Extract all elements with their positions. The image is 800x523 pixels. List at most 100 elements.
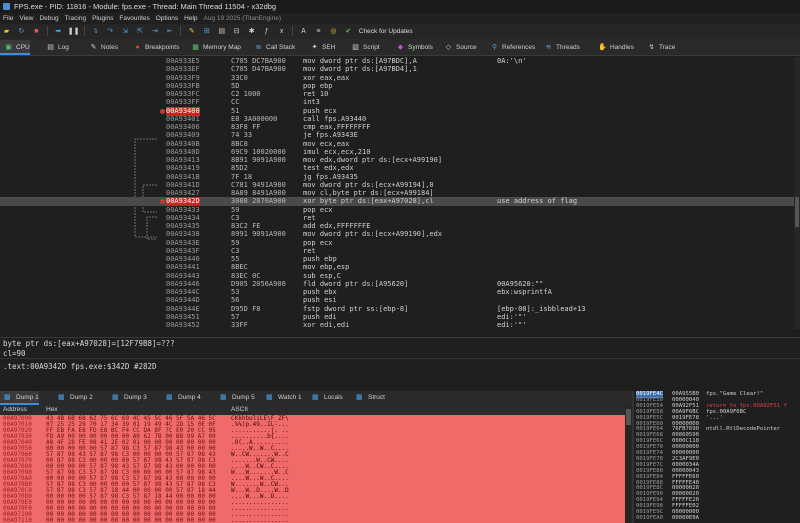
tab-dump-5[interactable]: ▦ Dump 5 — [216, 391, 255, 405]
stack-value: 00000E0A — [672, 514, 699, 521]
patch-icon[interactable]: ⊞ — [201, 26, 212, 37]
tab-dump-4[interactable]: ▦ Dump 4 — [162, 391, 201, 405]
tab-label: Handles — [610, 44, 634, 51]
tab-notes[interactable]: ✎ Notes — [85, 40, 118, 55]
pause-icon[interactable]: ❚❚ — [68, 26, 80, 37]
memory-map-icon: ▦ — [192, 44, 199, 51]
tab-label: Locals — [324, 394, 343, 401]
seh-icon: ✦ — [311, 44, 318, 51]
tab-threads[interactable]: ≋ Threads — [540, 40, 580, 55]
tab-call-stack[interactable]: ≣ Call Stack — [250, 40, 296, 55]
toolbar-separator — [46, 26, 48, 36]
tab-memory-map[interactable]: ▦ Memory Map — [187, 40, 241, 55]
stack-row[interactable]: 0019FEA0 00000E0A — [634, 515, 800, 522]
toolbar-separator — [292, 26, 294, 36]
menu-item-options[interactable]: Options — [153, 13, 181, 24]
run-icon[interactable]: ➡ — [53, 26, 64, 37]
threads-icon: ≋ — [545, 44, 552, 51]
font-icon[interactable]: A — [298, 26, 309, 37]
tab-label: Dump 1 — [16, 394, 39, 401]
window-title: FPS.exe - PID: 11816 - Module: fps.exe -… — [14, 2, 277, 11]
tab-cpu[interactable]: ▣ CPU — [0, 40, 30, 55]
dump-address-header[interactable]: Address — [3, 405, 27, 415]
breakpoint-icon[interactable] — [160, 199, 165, 205]
tab-watch-1[interactable]: ▦ Watch 1 — [262, 391, 302, 405]
dump-scrollbar[interactable] — [625, 405, 632, 523]
label-icon[interactable]: ⊟ — [231, 26, 242, 37]
tab-script[interactable]: ▧ Script — [347, 40, 379, 55]
execute-till-return-icon[interactable]: ⇥ — [149, 26, 160, 37]
tab-label: Threads — [556, 44, 580, 51]
tab-seh[interactable]: ✦ SEH — [306, 40, 336, 55]
stack-address: 0019FEA0 — [636, 514, 663, 521]
run-to-user-code-icon[interactable]: ⇤ — [164, 26, 175, 37]
settings-icon[interactable]: ≡ — [313, 26, 324, 37]
dump-icon: ▦ — [220, 394, 227, 401]
expression-icon[interactable]: x — [276, 26, 287, 37]
references-icon: ⚲ — [491, 44, 498, 51]
instruction-address: 00A93452 — [166, 321, 200, 329]
locals-icon: ▦ — [312, 394, 319, 401]
tab-dump-2[interactable]: ▦ Dump 2 — [54, 391, 93, 405]
tab-label: References — [502, 44, 536, 51]
step-over-icon[interactable]: ↷ — [105, 26, 116, 37]
menu-item-tracing[interactable]: Tracing — [62, 13, 89, 24]
trace-icon: ↯ — [648, 44, 655, 51]
scylla-icon[interactable]: ✎ — [186, 26, 197, 37]
menu-item-plugins[interactable]: Plugins — [89, 13, 116, 24]
stack-view[interactable]: 0019FE4C 00A955B0 fps."Game Clear!" 0019FE5… — [634, 391, 800, 523]
help-icon[interactable]: ◎ — [328, 26, 339, 37]
window-title-bar: FPS.exe - PID: 11816 - Module: fps.exe -… — [0, 0, 800, 13]
open-icon[interactable]: ▰ — [1, 26, 12, 37]
tab-trace[interactable]: ↯ Trace — [643, 40, 676, 55]
menu-item-help[interactable]: Help — [181, 13, 200, 24]
menu-item-file[interactable]: File — [0, 13, 16, 24]
tab-label: Dump 3 — [124, 394, 147, 401]
trace-into-icon[interactable]: ⇲ — [120, 26, 131, 37]
scroll-thumb[interactable] — [626, 409, 631, 425]
watch 1-icon: ▦ — [266, 394, 273, 401]
tab-dump-3[interactable]: ▦ Dump 3 — [108, 391, 147, 405]
tab-label: Dump 4 — [178, 394, 201, 401]
tab-locals[interactable]: ▦ Locals — [308, 391, 343, 405]
disassembly-row[interactable]: 00A93452 33FF xor edi,edi edi:'"' — [0, 321, 800, 329]
menu-item-favourites[interactable]: Favourites — [116, 13, 152, 24]
scroll-thumb[interactable] — [795, 197, 799, 227]
dump-ascii-header[interactable]: ASCII — [231, 405, 248, 415]
function-icon[interactable]: ƒ — [261, 26, 272, 37]
instruction-comment: edi:'"' — [497, 321, 527, 329]
tab-log[interactable]: ▤ Log — [42, 40, 69, 55]
toolbar: ▰ ↻ ■ ➡ ❚❚ ↴ ↷ ⇲ ⇱ ⇥ ⇤ ✎ ⊞ ▤ ⊟ ✱ ƒ x A ≡… — [0, 24, 800, 39]
app-icon — [3, 3, 10, 10]
instruction-text: xor edi,edi — [303, 321, 350, 329]
menu-item-view[interactable]: View — [16, 13, 36, 24]
tab-handles[interactable]: ✋ Handles — [594, 40, 634, 55]
step-into-icon[interactable]: ↴ — [90, 26, 101, 37]
breakpoint-icon: ● — [135, 44, 140, 51]
tab-label: Call Stack — [266, 44, 296, 51]
breakpoint-icon[interactable] — [160, 108, 165, 114]
comment-icon[interactable]: ▤ — [216, 26, 227, 37]
dump-row[interactable]: 00A97110 00 00 00 00 00 00 00 00 00 00 00… — [0, 517, 625, 523]
build-date: Aug 19 2025 (TitanEngine) — [203, 15, 281, 22]
tab-label: Dump 5 — [232, 394, 255, 401]
trace-over-icon[interactable]: ⇱ — [135, 26, 146, 37]
restart-icon[interactable]: ↻ — [16, 26, 27, 37]
tab-references[interactable]: ⚲ References — [486, 40, 535, 55]
bookmark-icon[interactable]: ✱ — [246, 26, 257, 37]
check-updates-icon[interactable]: ✔ — [343, 26, 354, 37]
disassembly-view[interactable]: 00A933E5 C705 DC7BA900 mov dword ptr ds:[A… — [0, 57, 800, 329]
tab-dump-1[interactable]: ▦ Dump 1 — [0, 391, 39, 405]
dump-hex-header[interactable]: Hex — [46, 405, 58, 415]
dump-address: 00A97110 — [3, 517, 32, 523]
tab-source[interactable]: ◇ Source — [440, 40, 477, 55]
disassembly-scrollbar[interactable] — [794, 57, 800, 329]
menu-item-debug[interactable]: Debug — [36, 13, 61, 24]
check-updates-button[interactable]: Check for Updates — [357, 24, 413, 39]
dump-tab-bar: ▦ Dump 1 ▦ Dump 2 ▦ Dump 3 ▦ Dump 4 ▦ Dump 5 ▦ Watc… — [0, 391, 632, 405]
tab-symbols[interactable]: ◆ Symbols — [392, 40, 433, 55]
close-icon[interactable]: ■ — [31, 26, 42, 37]
tab-breakpoints[interactable]: ● Breakpoints — [129, 40, 179, 55]
tab-struct[interactable]: ▦ Struct — [352, 391, 385, 405]
memory-dump[interactable]: 00A97000 43 4B 6B 68 62 75 6C 69 4C 45 5C… — [0, 415, 625, 523]
